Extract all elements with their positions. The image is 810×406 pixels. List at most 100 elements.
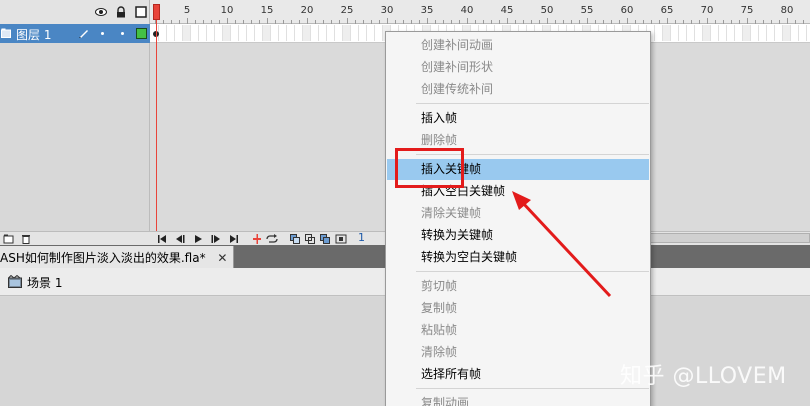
frame-cell[interactable] xyxy=(783,25,791,41)
close-tab-icon[interactable]: ✕ xyxy=(217,251,227,265)
scene-icon xyxy=(8,275,22,288)
frame-cell[interactable] xyxy=(343,25,351,41)
frame-cell[interactable] xyxy=(775,25,783,41)
frame-cell[interactable] xyxy=(183,25,191,41)
menu-item[interactable]: 插入帧 xyxy=(387,108,649,129)
ruler-number: 5 xyxy=(183,5,191,16)
frame-cell[interactable] xyxy=(207,25,215,41)
frame-cell[interactable] xyxy=(167,25,175,41)
play-icon[interactable] xyxy=(193,234,203,244)
frame-cell[interactable] xyxy=(223,25,231,41)
new-layer-icon[interactable] xyxy=(3,234,15,244)
ruler-number: 25 xyxy=(340,5,354,16)
layer-name[interactable]: 图层 1 xyxy=(16,26,51,43)
frame-cell[interactable] xyxy=(359,25,367,41)
last-frame-icon[interactable] xyxy=(229,234,239,244)
document-tab[interactable]: ASH如何制作图片淡入淡出的效果.fla* ✕ xyxy=(0,246,235,268)
menu-item[interactable]: 复制动画 xyxy=(387,393,649,406)
frame-cell[interactable] xyxy=(655,25,663,41)
onion-outline-icon[interactable] xyxy=(305,234,315,244)
menu-separator xyxy=(416,388,649,389)
frame-cell[interactable] xyxy=(799,25,807,41)
menu-item[interactable]: 粘贴帧 xyxy=(387,320,649,341)
frame-cell[interactable] xyxy=(215,25,223,41)
frame-cell[interactable] xyxy=(191,25,199,41)
frame-cell[interactable] xyxy=(271,25,279,41)
center-frame-icon[interactable] xyxy=(252,234,262,244)
frame-cell[interactable] xyxy=(743,25,751,41)
ruler-number: 50 xyxy=(540,5,554,16)
menu-item[interactable]: 选择所有帧 xyxy=(387,364,649,385)
frame-cell[interactable] xyxy=(735,25,743,41)
current-frame-number[interactable]: 1 xyxy=(358,231,365,244)
frame-cell[interactable] xyxy=(159,25,167,41)
ruler-number: 40 xyxy=(460,5,474,16)
frame-cell[interactable] xyxy=(679,25,687,41)
lock-icon[interactable] xyxy=(115,6,127,18)
menu-item[interactable]: 创建补间动画 xyxy=(387,35,649,56)
menu-item[interactable]: 转换为空白关键帧 xyxy=(387,247,649,268)
menu-item[interactable]: 剪切帧 xyxy=(387,276,649,297)
menu-item[interactable]: 清除关键帧 xyxy=(387,203,649,224)
onion-markers-icon[interactable] xyxy=(335,234,347,244)
frame-cell[interactable] xyxy=(719,25,727,41)
frame-cell[interactable] xyxy=(671,25,679,41)
frame-cell[interactable] xyxy=(751,25,759,41)
menu-item[interactable]: 转换为关键帧 xyxy=(387,225,649,246)
menu-item[interactable]: 创建补间形状 xyxy=(387,57,649,78)
delete-layer-icon[interactable] xyxy=(21,234,31,244)
frame-cell[interactable] xyxy=(231,25,239,41)
frame-cell[interactable] xyxy=(319,25,327,41)
frame-cell[interactable] xyxy=(279,25,287,41)
frame-cell[interactable] xyxy=(335,25,343,41)
menu-item[interactable]: 创建传统补间 xyxy=(387,79,649,100)
frame-cell[interactable] xyxy=(263,25,271,41)
frame-cell[interactable] xyxy=(663,25,671,41)
playhead[interactable] xyxy=(153,4,160,20)
frame-cell[interactable] xyxy=(295,25,303,41)
frame-cell[interactable] xyxy=(175,25,183,41)
frame-cell[interactable] xyxy=(367,25,375,41)
frame-cell[interactable] xyxy=(327,25,335,41)
first-frame-icon[interactable] xyxy=(157,234,167,244)
layer-column-header xyxy=(0,0,150,24)
watermark: 知乎 @LLOVEM xyxy=(620,364,787,389)
frame-cell[interactable] xyxy=(791,25,799,41)
frame-cell[interactable] xyxy=(311,25,319,41)
frame-cell[interactable] xyxy=(351,25,359,41)
frame-cell[interactable] xyxy=(695,25,703,41)
menu-item[interactable]: 清除帧 xyxy=(387,342,649,363)
ruler-number: 70 xyxy=(700,5,714,16)
frame-cell[interactable] xyxy=(247,25,255,41)
frame-cell[interactable] xyxy=(727,25,735,41)
frame-cell[interactable] xyxy=(711,25,719,41)
ruler-number: 30 xyxy=(380,5,394,16)
frame-cell[interactable] xyxy=(287,25,295,41)
step-forward-icon[interactable] xyxy=(211,234,221,244)
menu-item[interactable]: 复制帧 xyxy=(387,298,649,319)
lock-dot-icon[interactable] xyxy=(121,32,124,35)
frame-cell[interactable] xyxy=(759,25,767,41)
frame-cell[interactable] xyxy=(703,25,711,41)
scene-label[interactable]: 场景 1 xyxy=(27,274,62,291)
frame-cell[interactable] xyxy=(687,25,695,41)
frame-cell[interactable] xyxy=(767,25,775,41)
layer-row[interactable]: 图层 1 xyxy=(0,24,150,43)
eye-icon[interactable] xyxy=(95,6,107,18)
frame-cell[interactable] xyxy=(375,25,383,41)
edit-multiple-icon[interactable] xyxy=(320,234,330,244)
frame-ruler[interactable]: 15101520253035404550556065707580 xyxy=(150,0,810,24)
loop-icon[interactable] xyxy=(265,234,279,244)
ruler-number: 80 xyxy=(780,5,794,16)
outline-color-square-icon[interactable] xyxy=(136,28,147,39)
frame-cell[interactable] xyxy=(199,25,207,41)
frame-cell[interactable] xyxy=(303,25,311,41)
frame-cell[interactable] xyxy=(239,25,247,41)
onion-skin-icon[interactable] xyxy=(290,234,300,244)
ruler-number: 45 xyxy=(500,5,514,16)
step-back-icon[interactable] xyxy=(175,234,185,244)
outline-square-icon[interactable] xyxy=(135,6,147,18)
visible-dot-icon[interactable] xyxy=(101,32,104,35)
frame-cell[interactable] xyxy=(255,25,263,41)
ruler-number: 35 xyxy=(420,5,434,16)
